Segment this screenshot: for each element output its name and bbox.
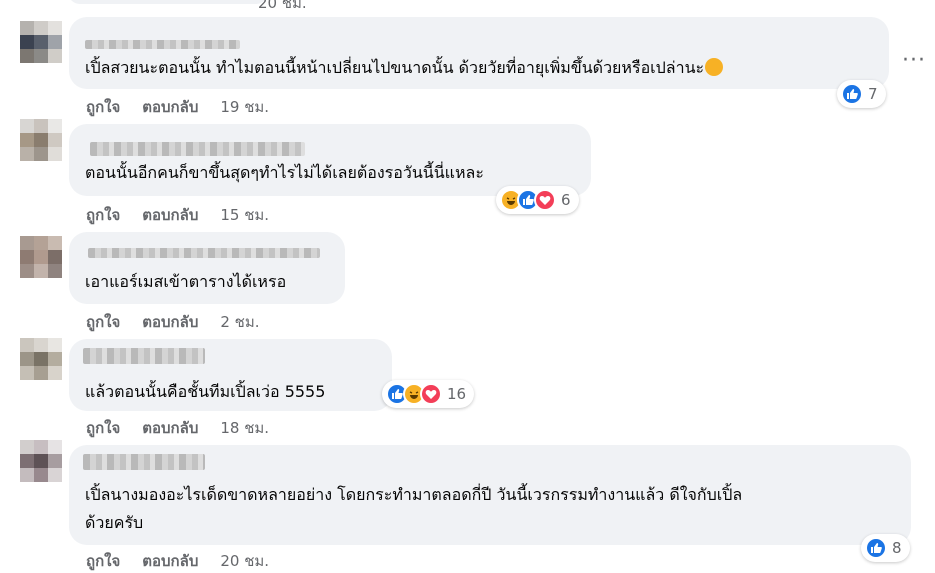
like-link[interactable]: ถูกใจ <box>86 310 120 334</box>
comment-text: เปิ้ลนางมองอะไรเด็ดขาดหลายอย่าง โดยกระทำ… <box>85 485 743 532</box>
comment-actions: ถูกใจ ตอบกลับ 18 ชม. <box>86 416 269 440</box>
reply-link[interactable]: ตอบกลับ <box>142 416 198 440</box>
like-reaction-icon <box>865 537 887 559</box>
comment-actions: ถูกใจ ตอบกลับ 20 ชม. <box>86 549 269 573</box>
reaction-summary[interactable]: 6 <box>496 186 579 214</box>
avatar[interactable] <box>20 21 62 63</box>
love-reaction-icon <box>420 383 442 405</box>
reply-link[interactable]: ตอบกลับ <box>142 203 198 227</box>
reaction-count: 7 <box>868 85 878 103</box>
like-reaction-icon <box>841 83 863 105</box>
comment-text: เอาแอร์เมสเข้าตารางได้เหรอ <box>85 272 287 291</box>
avatar[interactable] <box>20 236 62 278</box>
comment-time[interactable]: 18 ชม. <box>220 416 269 440</box>
reply-link[interactable]: ตอบกลับ <box>142 95 198 119</box>
reaction-count: 16 <box>447 385 467 403</box>
comment-text: แล้วตอนนั้นคือชั้นทีมเปิ้ลเว่อ 5555 <box>85 382 326 401</box>
avatar[interactable] <box>20 440 62 482</box>
comment-actions: ถูกใจ ตอบกลับ 19 ชม. <box>86 95 269 119</box>
comment-time[interactable]: 19 ชม. <box>220 95 269 119</box>
comment-actions: ถูกใจ ตอบกลับ 15 ชม. <box>86 203 269 227</box>
like-link[interactable]: ถูกใจ <box>86 203 120 227</box>
commenter-name[interactable] <box>83 454 205 470</box>
reply-link[interactable]: ตอบกลับ <box>142 549 198 573</box>
commenter-name[interactable] <box>85 40 240 49</box>
reaction-count: 6 <box>561 191 571 209</box>
reply-link[interactable]: ตอบกลับ <box>142 310 198 334</box>
previous-comment-actions: 20 ชม. <box>86 0 307 15</box>
like-link[interactable]: ถูกใจ <box>86 95 120 119</box>
reaction-summary[interactable]: 8 <box>861 534 910 562</box>
commenter-name[interactable] <box>90 142 305 156</box>
comment-time[interactable]: 2 ชม. <box>220 310 259 334</box>
comment-time[interactable]: 20 ชม. <box>220 549 269 573</box>
reaction-count: 8 <box>892 539 902 557</box>
comment-actions: ถูกใจ ตอบกลับ 2 ชม. <box>86 310 260 334</box>
reaction-summary[interactable]: 16 <box>382 380 475 408</box>
like-link[interactable]: ถูกใจ <box>86 416 120 440</box>
avatar[interactable] <box>20 119 62 161</box>
commenter-name[interactable] <box>83 348 205 364</box>
comment-text: เปิ้ลสวยนะตอนนั้น ทำไมตอนนี้หน้าเปลี่ยนไ… <box>85 54 724 82</box>
more-options-icon[interactable]: ··· <box>902 48 926 73</box>
laughing-emoji-icon <box>705 58 724 76</box>
like-link[interactable]: ถูกใจ <box>86 549 120 573</box>
avatar[interactable] <box>20 338 62 380</box>
reaction-summary[interactable]: 7 <box>837 80 886 108</box>
previous-comment-time[interactable]: 20 ชม. <box>258 0 307 15</box>
love-reaction-icon <box>534 189 556 211</box>
commenter-name[interactable] <box>88 248 320 258</box>
comment-time[interactable]: 15 ชม. <box>220 203 269 227</box>
comment-text: ตอนนั้นอีกคนก็ขาขึ้นสุดๆทำไรไม่ได้เลยต้อ… <box>85 163 484 182</box>
